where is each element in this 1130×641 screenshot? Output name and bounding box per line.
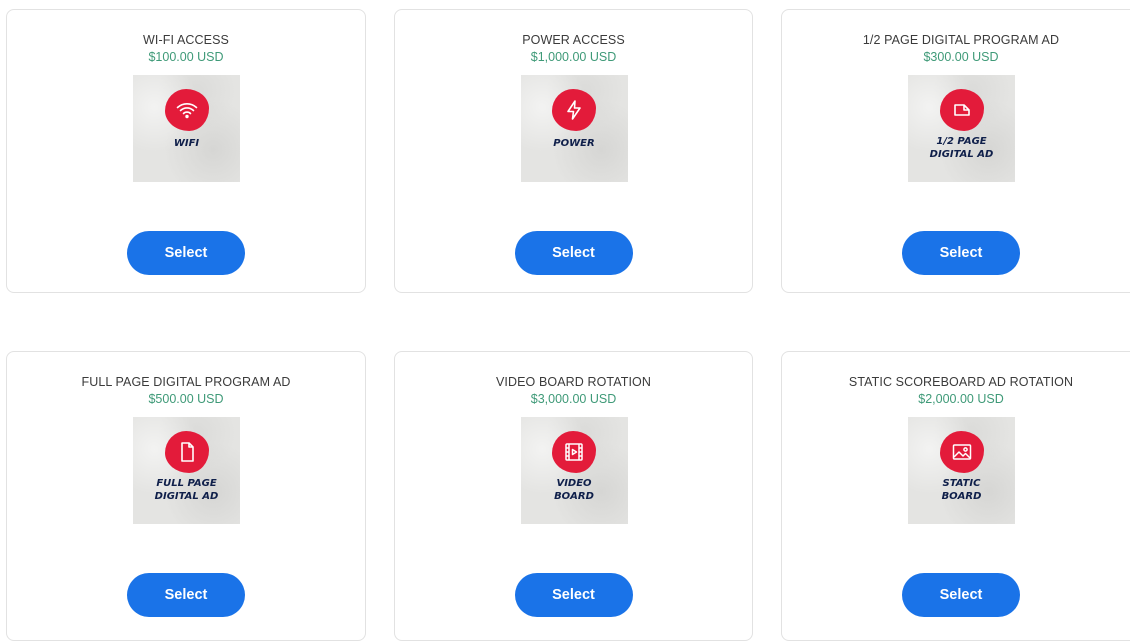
product-title: POWER ACCESS xyxy=(522,33,625,47)
product-title: 1/2 PAGE DIGITAL PROGRAM AD xyxy=(862,33,1060,47)
product-title: FULL PAGE DIGITAL PROGRAM AD xyxy=(81,375,291,389)
product-price: $2,000.00 USD xyxy=(918,392,1004,406)
thumb-caption: WIFI xyxy=(173,138,200,149)
thumb-caption: STATIC BOARD xyxy=(941,478,982,502)
select-button[interactable]: Select xyxy=(127,573,245,617)
image-icon xyxy=(939,431,984,473)
product-image: 1/2 PAGE DIGITAL AD xyxy=(908,75,1015,182)
thumb-caption: 1/2 PAGE DIGITAL AD xyxy=(929,136,994,160)
product-title: WI-FI ACCESS xyxy=(143,33,229,47)
wifi-icon xyxy=(164,89,209,131)
product-image: STATIC BOARD xyxy=(908,417,1015,524)
product-price: $3,000.00 USD xyxy=(530,392,617,406)
select-button[interactable]: Select xyxy=(902,231,1020,275)
product-image: FULL PAGE DIGITAL AD xyxy=(133,417,240,524)
select-button[interactable]: Select xyxy=(902,573,1020,617)
thumb-caption: FULL PAGE DIGITAL AD xyxy=(154,478,219,502)
product-price: $1,000.00 USD xyxy=(530,50,617,64)
power-icon xyxy=(552,89,596,131)
product-price: $100.00 USD xyxy=(148,50,224,64)
product-price: $500.00 USD xyxy=(148,392,224,406)
product-card-wifi: WI-FI ACCESS $100.00 USD WIFI Select xyxy=(6,9,366,293)
select-button[interactable]: Select xyxy=(127,231,245,275)
product-image: POWER xyxy=(520,75,628,182)
select-button[interactable]: Select xyxy=(514,231,633,275)
product-card-static-board: STATIC SCOREBOARD AD ROTATION $2,000.00 … xyxy=(781,351,1130,641)
product-card-half-page-ad: 1/2 PAGE DIGITAL PROGRAM AD $300.00 USD … xyxy=(781,9,1130,293)
product-image: VIDEO BOARD xyxy=(520,417,628,524)
select-button[interactable]: Select xyxy=(514,573,633,617)
document-icon xyxy=(164,431,209,473)
product-title: STATIC SCOREBOARD AD ROTATION xyxy=(848,375,1074,389)
video-icon xyxy=(552,431,596,473)
product-card-video-board: VIDEO BOARD ROTATION $3,000.00 USD VIDEO… xyxy=(394,351,753,641)
thumb-caption: POWER xyxy=(553,138,595,149)
product-price: $300.00 USD xyxy=(923,50,999,64)
product-title: VIDEO BOARD ROTATION xyxy=(495,375,652,389)
page-icon xyxy=(939,89,984,131)
product-card-power: POWER ACCESS $1,000.00 USD POWER Select xyxy=(394,9,753,293)
product-image: WIFI xyxy=(133,75,240,182)
product-card-full-page-ad: FULL PAGE DIGITAL PROGRAM AD $500.00 USD… xyxy=(6,351,366,641)
thumb-caption: VIDEO BOARD xyxy=(554,478,594,502)
